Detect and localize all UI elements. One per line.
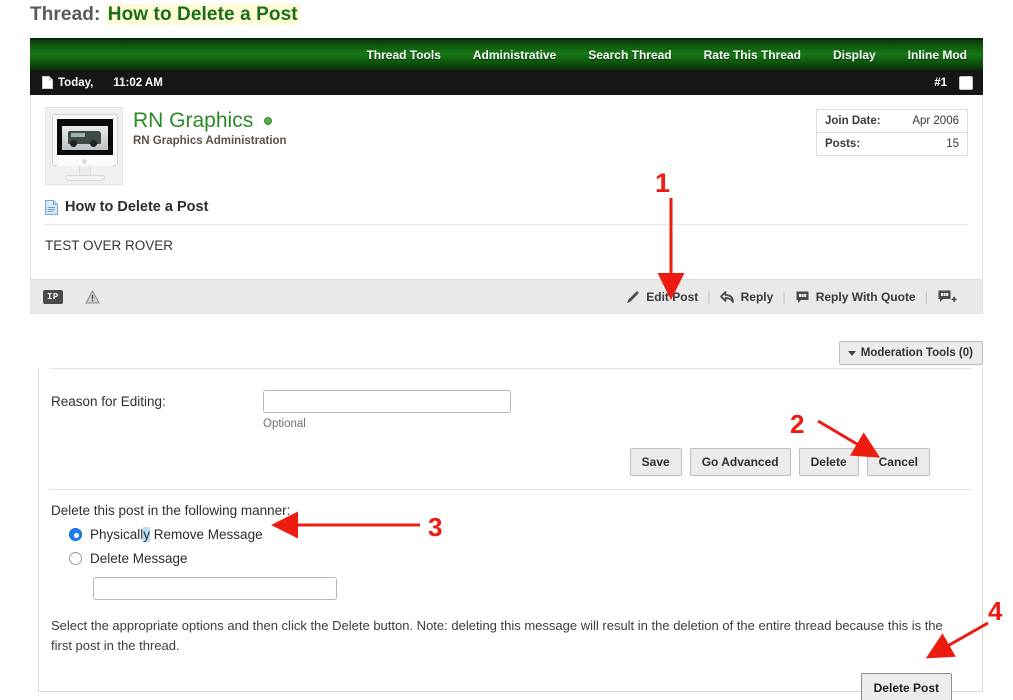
user-title: RN Graphics Administration: [133, 135, 816, 147]
radio-delete-message-input[interactable]: [69, 552, 82, 565]
radio-physically-remove-input[interactable]: [69, 528, 82, 541]
delete-button[interactable]: Delete: [799, 448, 859, 476]
nav-item-inline-mod[interactable]: Inline Mod: [892, 48, 975, 62]
radio-physically-remove[interactable]: Physically Remove Message: [51, 527, 982, 542]
user-info: RN Graphics RN Graphics Administration: [133, 107, 816, 185]
radio-label-prefix: Physicall: [90, 527, 143, 542]
moderation-tools-button[interactable]: Moderation Tools (0): [839, 341, 983, 365]
document-icon: [45, 200, 58, 215]
posts-value: 15: [946, 138, 959, 150]
edit-actions-row: Save Go Advanced Delete Cancel: [39, 430, 982, 476]
radio-delete-message-label: Delete Message: [90, 551, 188, 566]
land-rover-photo: [62, 126, 108, 150]
post-container: Thread Tools Administrative Search Threa…: [30, 38, 983, 314]
nav-item-display[interactable]: Display: [817, 48, 892, 62]
delete-options-section: Delete this post in the following manner…: [39, 490, 982, 600]
quote-bubble-icon: [795, 290, 810, 304]
document-icon: [42, 76, 53, 89]
post-number[interactable]: #1: [934, 77, 947, 89]
ip-badge[interactable]: IP: [43, 290, 63, 304]
post-body: RN Graphics RN Graphics Administration J…: [30, 95, 983, 314]
reply-arrow-icon: [720, 290, 735, 304]
edit-post-label: Edit Post: [646, 290, 698, 304]
join-date-label: Join Date:: [825, 115, 881, 127]
reply-label: Reply: [741, 290, 774, 304]
join-date-value: Apr 2006: [912, 115, 959, 127]
delete-reason-input[interactable]: [93, 577, 337, 600]
post-content: TEST OVER ROVER: [31, 225, 982, 279]
post-title: How to Delete a Post: [45, 199, 968, 225]
post-title-wrap: How to Delete a Post: [31, 189, 982, 225]
avatar-container[interactable]: [45, 107, 123, 185]
optional-hint: Optional: [263, 418, 511, 430]
reply-with-quote-button[interactable]: Reply With Quote: [786, 290, 925, 304]
posts-label: Posts:: [825, 138, 860, 150]
reason-for-editing-row: Reason for Editing: Optional: [39, 368, 982, 430]
post-title-text: How to Delete a Post: [65, 199, 208, 215]
rover-wheel-front: [70, 140, 77, 147]
edit-delete-panel: Reason for Editing: Optional Save Go Adv…: [38, 368, 983, 692]
quote-plus-icon: [937, 289, 957, 305]
nav-item-administrative[interactable]: Administrative: [457, 48, 572, 62]
delete-reason-input-group: [51, 566, 982, 600]
user-info-table: Join Date: Apr 2006 Posts: 15: [816, 109, 968, 156]
nav-item-rate-this-thread[interactable]: Rate This Thread: [688, 48, 817, 62]
online-status-dot: [264, 117, 272, 125]
reason-for-editing-label: Reason for Editing:: [51, 390, 263, 409]
delete-options-heading: Delete this post in the following manner…: [51, 503, 982, 518]
thread-navbar: Thread Tools Administrative Search Threa…: [30, 38, 983, 70]
post-date: Today,: [58, 77, 93, 89]
username[interactable]: RN Graphics: [133, 109, 253, 132]
page-title-prefix: Thread:: [30, 4, 100, 25]
imac-avatar: [52, 114, 118, 166]
pencil-icon: [626, 290, 640, 304]
warning-triangle-icon[interactable]: [85, 290, 100, 304]
radio-label-suffix: Remove Message: [150, 527, 263, 542]
rover-wheel-rear: [90, 140, 97, 147]
delete-post-row: Delete Post: [39, 655, 982, 700]
delete-note: Select the appropriate options and then …: [39, 600, 982, 655]
table-row: Join Date: Apr 2006: [817, 110, 967, 133]
multiquote-button[interactable]: [928, 289, 972, 305]
nav-item-thread-tools[interactable]: Thread Tools: [350, 48, 456, 62]
nav-item-search-thread[interactable]: Search Thread: [572, 48, 687, 62]
moderation-tools-label: Moderation Tools (0): [861, 347, 973, 359]
post-meta-bar: Today, 11:02 AM #1: [30, 70, 983, 95]
save-button[interactable]: Save: [630, 448, 682, 476]
imac-chin: [57, 157, 113, 166]
radio-delete-message[interactable]: Delete Message: [51, 551, 982, 566]
reason-input-group: Optional: [263, 390, 511, 430]
reason-for-editing-input[interactable]: [263, 390, 511, 413]
post-select-checkbox[interactable]: [959, 76, 973, 90]
radio-physically-remove-label: Physically Remove Message: [90, 527, 263, 542]
delete-post-button[interactable]: Delete Post: [861, 673, 952, 700]
imac-foot: [65, 175, 105, 181]
post-user-row: RN Graphics RN Graphics Administration J…: [31, 95, 982, 189]
caret-down-icon: [848, 351, 856, 356]
screenshot-root: Thread: How to Delete a Post Thread Tool…: [0, 0, 1013, 700]
cancel-button[interactable]: Cancel: [867, 448, 930, 476]
avatar[interactable]: [45, 107, 123, 185]
post-footer: IP Edit Post: [31, 279, 982, 313]
go-advanced-button[interactable]: Go Advanced: [690, 448, 791, 476]
edit-post-button[interactable]: Edit Post: [617, 290, 707, 304]
reply-button[interactable]: Reply: [711, 290, 783, 304]
table-row: Posts: 15: [817, 133, 967, 156]
post-time: 11:02 AM: [113, 77, 162, 89]
annotation-number-4: 4: [988, 596, 1002, 627]
thread-title: How to Delete a Post: [106, 4, 300, 25]
page-title: Thread: How to Delete a Post: [30, 4, 300, 26]
reply-with-quote-label: Reply With Quote: [816, 290, 916, 304]
imac-screen: [57, 119, 113, 155]
